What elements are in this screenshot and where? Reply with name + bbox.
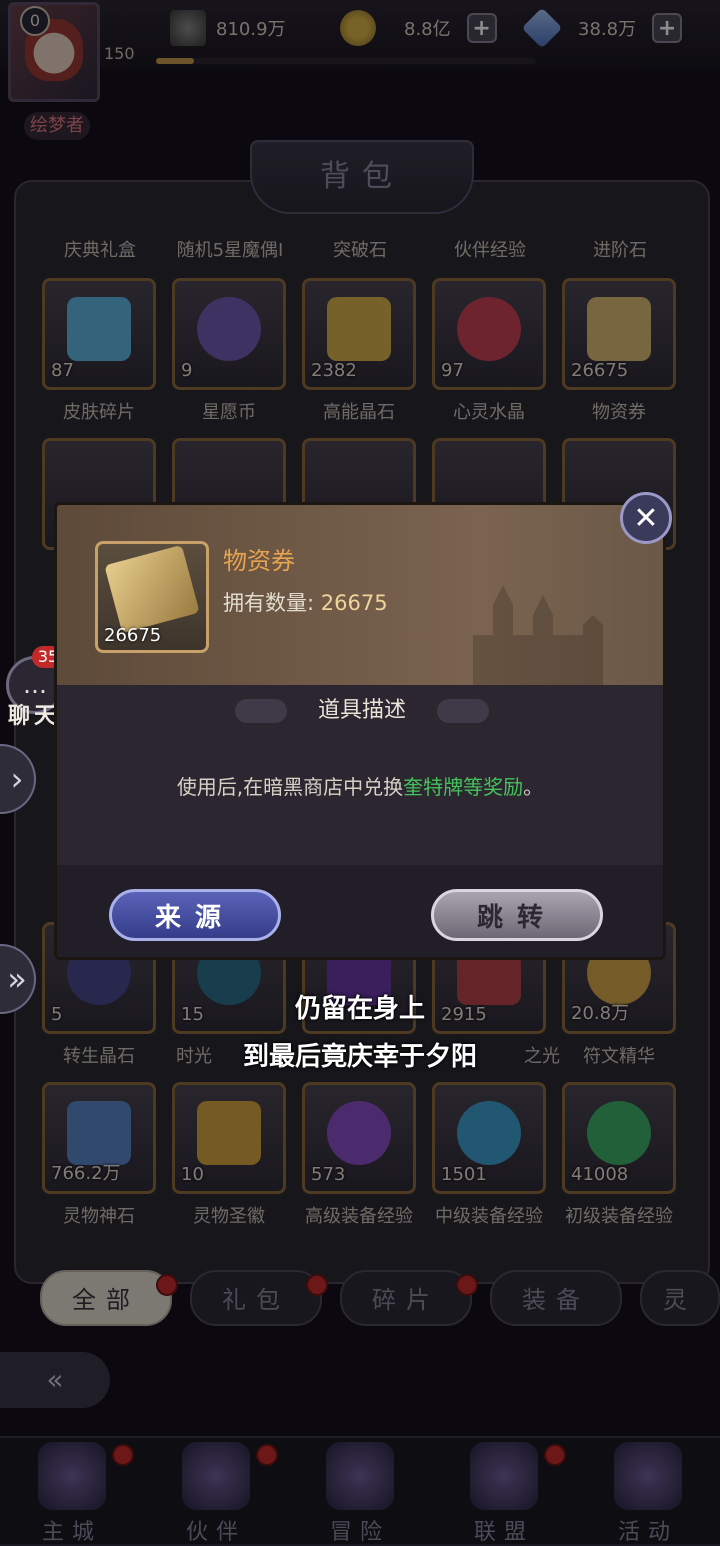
desc-suffix: 。 — [523, 775, 544, 799]
modal-item-icon: 26675 — [95, 541, 209, 653]
owned-label: 拥有数量: — [223, 591, 315, 615]
modal-owned: 拥有数量: 26675 — [223, 587, 388, 617]
description-text: 使用后,在暗黑商店中兑换奎特牌等奖励。 — [57, 771, 663, 800]
modal-item-count: 26675 — [104, 625, 162, 646]
castle-silhouette-icon — [473, 585, 603, 685]
item-detail-modal: 26675 物资券 拥有数量: 26675 道具描述 使用后,在暗黑商店中兑换奎… — [54, 502, 666, 960]
desc-prefix: 使用后,在暗黑商店中兑换 — [176, 775, 404, 799]
description-title: 道具描述 — [235, 691, 489, 731]
chat-label: 聊天 — [8, 704, 61, 729]
desc-highlight: 奎特牌等奖励 — [403, 775, 524, 799]
close-icon[interactable]: ✕ — [620, 492, 672, 544]
source-button[interactable]: 来源 — [109, 889, 281, 941]
jump-button[interactable]: 跳转 — [431, 889, 603, 941]
subtitle-line-2: 到最后竟庆幸于夕阳 — [242, 1042, 477, 1072]
subtitle-line-1: 仍留在身上 — [294, 994, 425, 1024]
supply-ticket-icon — [104, 544, 200, 634]
modal-item-name: 物资券 — [223, 547, 295, 575]
owned-value: 26675 — [320, 591, 388, 615]
